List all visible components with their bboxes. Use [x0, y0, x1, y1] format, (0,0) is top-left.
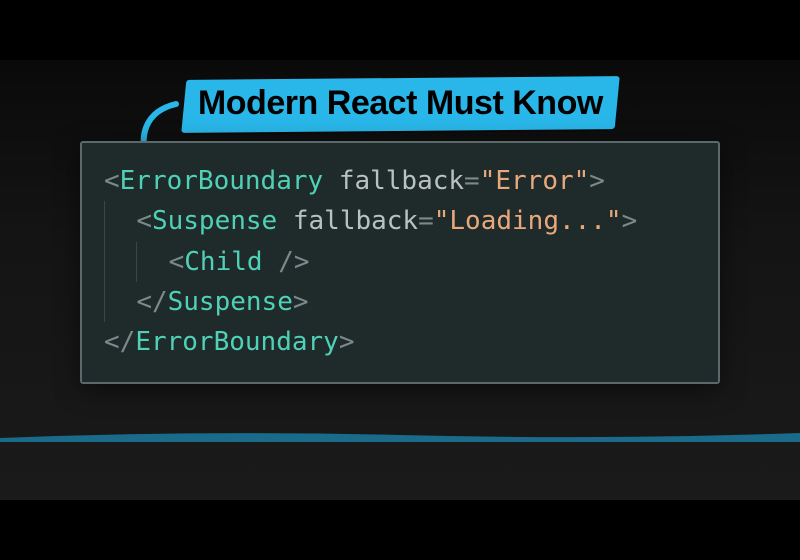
- title-wrap: Modern React Must Know: [184, 78, 617, 131]
- code-token-punct: [277, 206, 293, 236]
- letterbox-bottom: [0, 500, 800, 560]
- code-token-punct: <: [104, 166, 120, 196]
- code-token-tag: Child: [184, 247, 262, 277]
- title-text: Modern React Must Know: [198, 84, 603, 122]
- code-token-punct: >: [339, 327, 355, 357]
- indent-guide: [136, 242, 168, 282]
- code-token-eq: =: [418, 206, 434, 236]
- indent-guide: [104, 242, 136, 282]
- code-token-tag: ErrorBoundary: [135, 327, 339, 357]
- code-token-punct: <: [136, 206, 152, 236]
- code-token-tag: Suspense: [168, 287, 293, 317]
- code-line: </ErrorBoundary>: [104, 322, 696, 362]
- code-line: </Suspense>: [104, 282, 696, 322]
- code-token-punct: />: [263, 247, 310, 277]
- code-token-eq: =: [464, 166, 480, 196]
- code-token-punct: [323, 166, 339, 196]
- indent-guide: [104, 201, 136, 241]
- code-frame: <ErrorBoundary fallback="Error"> <Suspen…: [80, 141, 720, 384]
- code-line: <ErrorBoundary fallback="Error">: [104, 161, 696, 201]
- letterbox-top: [0, 0, 800, 60]
- code-token-str: "Error": [480, 166, 590, 196]
- code-token-punct: </: [136, 287, 167, 317]
- code-token-tag: Suspense: [152, 206, 277, 236]
- code-token-tag: ErrorBoundary: [120, 166, 324, 196]
- code-line: <Suspense fallback="Loading...">: [104, 201, 696, 241]
- code-token-punct: >: [589, 166, 605, 196]
- code-token-punct: >: [622, 206, 638, 236]
- code-token-attr: fallback: [339, 166, 464, 196]
- code-token-str: "Loading...": [434, 206, 622, 236]
- code-token-punct: >: [293, 287, 309, 317]
- decorative-underline: [0, 428, 800, 442]
- code-token-punct: <: [169, 247, 185, 277]
- code-token-attr: fallback: [293, 206, 418, 236]
- code-line: <Child />: [104, 242, 696, 282]
- stage: Modern React Must Know <ErrorBoundary fa…: [0, 60, 800, 500]
- title-highlight: Modern React Must Know: [181, 76, 619, 133]
- code-token-punct: </: [104, 327, 135, 357]
- indent-guide: [104, 282, 136, 322]
